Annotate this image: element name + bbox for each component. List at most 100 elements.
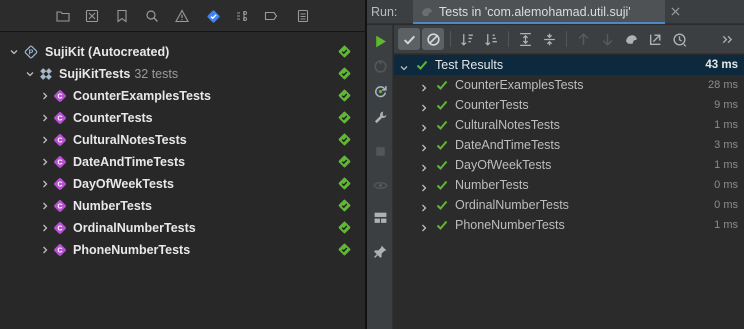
toggle-auto-test-icon[interactable] xyxy=(372,83,388,99)
chevron-down-icon[interactable] xyxy=(25,69,35,79)
breakpoint-icon[interactable] xyxy=(263,8,279,24)
tree-row-label: DayOfWeekTests xyxy=(73,177,174,191)
test-count: 32 tests xyxy=(134,67,179,81)
chevron-right-icon[interactable] xyxy=(40,113,50,123)
tree-row[interactable]: C NumberTests xyxy=(0,195,365,217)
tree-row[interactable]: P SujiKit (Autocreated) xyxy=(0,41,365,63)
chevron-right-icon[interactable] xyxy=(40,91,50,101)
rerun-icon[interactable] xyxy=(372,33,388,49)
test-result-row[interactable]: CounterTests 9 ms xyxy=(394,95,744,115)
toolbar-separator xyxy=(508,31,509,47)
tree-row[interactable]: C CounterTests xyxy=(0,107,365,129)
test-class-icon: C xyxy=(53,221,67,235)
test-class-icon: C xyxy=(53,155,67,169)
chevron-right-icon[interactable] xyxy=(40,201,50,211)
chevron-right-icon[interactable] xyxy=(420,81,428,92)
test-result-row[interactable]: DayOfWeekTests 1 ms xyxy=(394,155,744,175)
chevron-right-icon[interactable] xyxy=(40,223,50,233)
more-icon[interactable] xyxy=(716,28,738,50)
chevron-down-icon[interactable] xyxy=(400,61,408,71)
collapse-all-icon[interactable] xyxy=(538,28,560,50)
test-passed-icon xyxy=(436,139,448,151)
wrench-icon[interactable] xyxy=(372,109,388,125)
folder-icon[interactable] xyxy=(55,8,71,24)
chevron-right-icon[interactable] xyxy=(420,161,428,172)
test-result-row[interactable]: DateAndTimeTests 3 ms xyxy=(394,135,744,155)
layout-icon[interactable] xyxy=(372,209,388,225)
test-results-root-row[interactable]: Test Results 43 ms xyxy=(394,55,744,75)
search-icon[interactable] xyxy=(144,8,160,24)
previous-failed-icon[interactable] xyxy=(572,28,594,50)
rerun-failed-icon[interactable] xyxy=(372,58,388,74)
run-tab[interactable]: Tests in 'com.alemohamad.util.suji' xyxy=(413,0,680,24)
test-results-toolbar xyxy=(394,25,744,54)
expand-all-icon[interactable] xyxy=(514,28,536,50)
report-icon[interactable] xyxy=(295,8,311,24)
tree-row[interactable]: C CounterExamplesTests xyxy=(0,85,365,107)
chevron-right-icon[interactable] xyxy=(420,221,428,232)
tree-row-label: OrdinalNumberTests xyxy=(73,221,196,235)
next-failed-icon[interactable] xyxy=(596,28,618,50)
history-icon[interactable] xyxy=(668,28,690,50)
test-result-label: PhoneNumberTests xyxy=(455,218,565,232)
test-result-row[interactable]: PhoneNumberTests 1 ms xyxy=(394,215,744,235)
tree-row[interactable]: C DateAndTimeTests xyxy=(0,151,365,173)
test-result-row[interactable]: CounterExamplesTests 28 ms xyxy=(394,75,744,95)
test-result-row[interactable]: CulturalNotesTests 1 ms xyxy=(394,115,744,135)
test-result-row[interactable]: OrdinalNumberTests 0 ms xyxy=(394,195,744,215)
test-passed-icon xyxy=(416,59,428,71)
tree-row[interactable]: C CulturalNotesTests xyxy=(0,129,365,151)
svg-text:C: C xyxy=(57,180,62,189)
test-duration: 28 ms xyxy=(708,79,738,91)
toolbar-separator xyxy=(450,31,451,47)
show-ignored-icon[interactable] xyxy=(422,28,444,50)
show-passed-icon[interactable] xyxy=(398,28,420,50)
bookmark-icon[interactable] xyxy=(114,8,130,24)
tree-row-label: CounterTests xyxy=(73,111,153,125)
chevron-right-icon[interactable] xyxy=(40,179,50,189)
warning-icon[interactable] xyxy=(174,8,190,24)
chevron-right-icon[interactable] xyxy=(420,121,428,132)
chevron-down-icon[interactable] xyxy=(9,47,19,57)
chevron-right-icon[interactable] xyxy=(40,135,50,145)
stop-icon[interactable] xyxy=(372,143,388,159)
svg-text:C: C xyxy=(57,92,62,101)
svg-text:P: P xyxy=(29,50,34,57)
test-passed-icon xyxy=(338,111,351,124)
test-icon[interactable] xyxy=(205,8,221,24)
import-tests-icon[interactable] xyxy=(620,28,642,50)
tree-row[interactable]: SujiKitTests 32 tests xyxy=(0,63,365,85)
navigator-toolbar xyxy=(0,0,365,32)
tree-row-title: NumberTests xyxy=(73,199,152,213)
test-passed-icon xyxy=(338,243,351,256)
test-result-row[interactable]: NumberTests 0 ms xyxy=(394,175,744,195)
source-control-icon[interactable] xyxy=(84,8,100,24)
test-result-label: NumberTests xyxy=(455,178,529,192)
chevron-right-icon[interactable] xyxy=(420,101,428,112)
tree-row-label: CounterExamplesTests xyxy=(73,89,211,103)
tree-row[interactable]: C PhoneNumberTests xyxy=(0,239,365,261)
chevron-right-icon[interactable] xyxy=(420,141,428,152)
close-icon[interactable] xyxy=(671,4,685,18)
sort-duration-icon[interactable] xyxy=(480,28,502,50)
test-result-label: CounterTests xyxy=(455,98,529,112)
tree-row[interactable]: C OrdinalNumberTests xyxy=(0,217,365,239)
test-duration: 43 ms xyxy=(705,59,738,71)
chevron-right-icon[interactable] xyxy=(420,181,428,192)
test-passed-icon xyxy=(338,155,351,168)
test-result-label: OrdinalNumberTests xyxy=(455,198,569,212)
chevron-right-icon[interactable] xyxy=(40,245,50,255)
test-navigator: P SujiKit (Autocreated) SujiKitTests 32 tes… xyxy=(0,0,365,329)
pin-icon[interactable] xyxy=(372,243,388,259)
eye-icon[interactable] xyxy=(372,177,388,193)
tree-row-title: CounterExamplesTests xyxy=(73,89,212,103)
export-tests-icon[interactable] xyxy=(644,28,666,50)
tree-row-title: DayOfWeekTests xyxy=(73,177,174,191)
test-class-icon: C xyxy=(53,89,67,103)
chevron-right-icon[interactable] xyxy=(40,157,50,167)
tree-row[interactable]: C DayOfWeekTests xyxy=(0,173,365,195)
debug-icon[interactable] xyxy=(234,8,250,24)
test-class-icon: C xyxy=(53,133,67,147)
sort-alpha-icon[interactable] xyxy=(456,28,478,50)
chevron-right-icon[interactable] xyxy=(420,201,428,212)
